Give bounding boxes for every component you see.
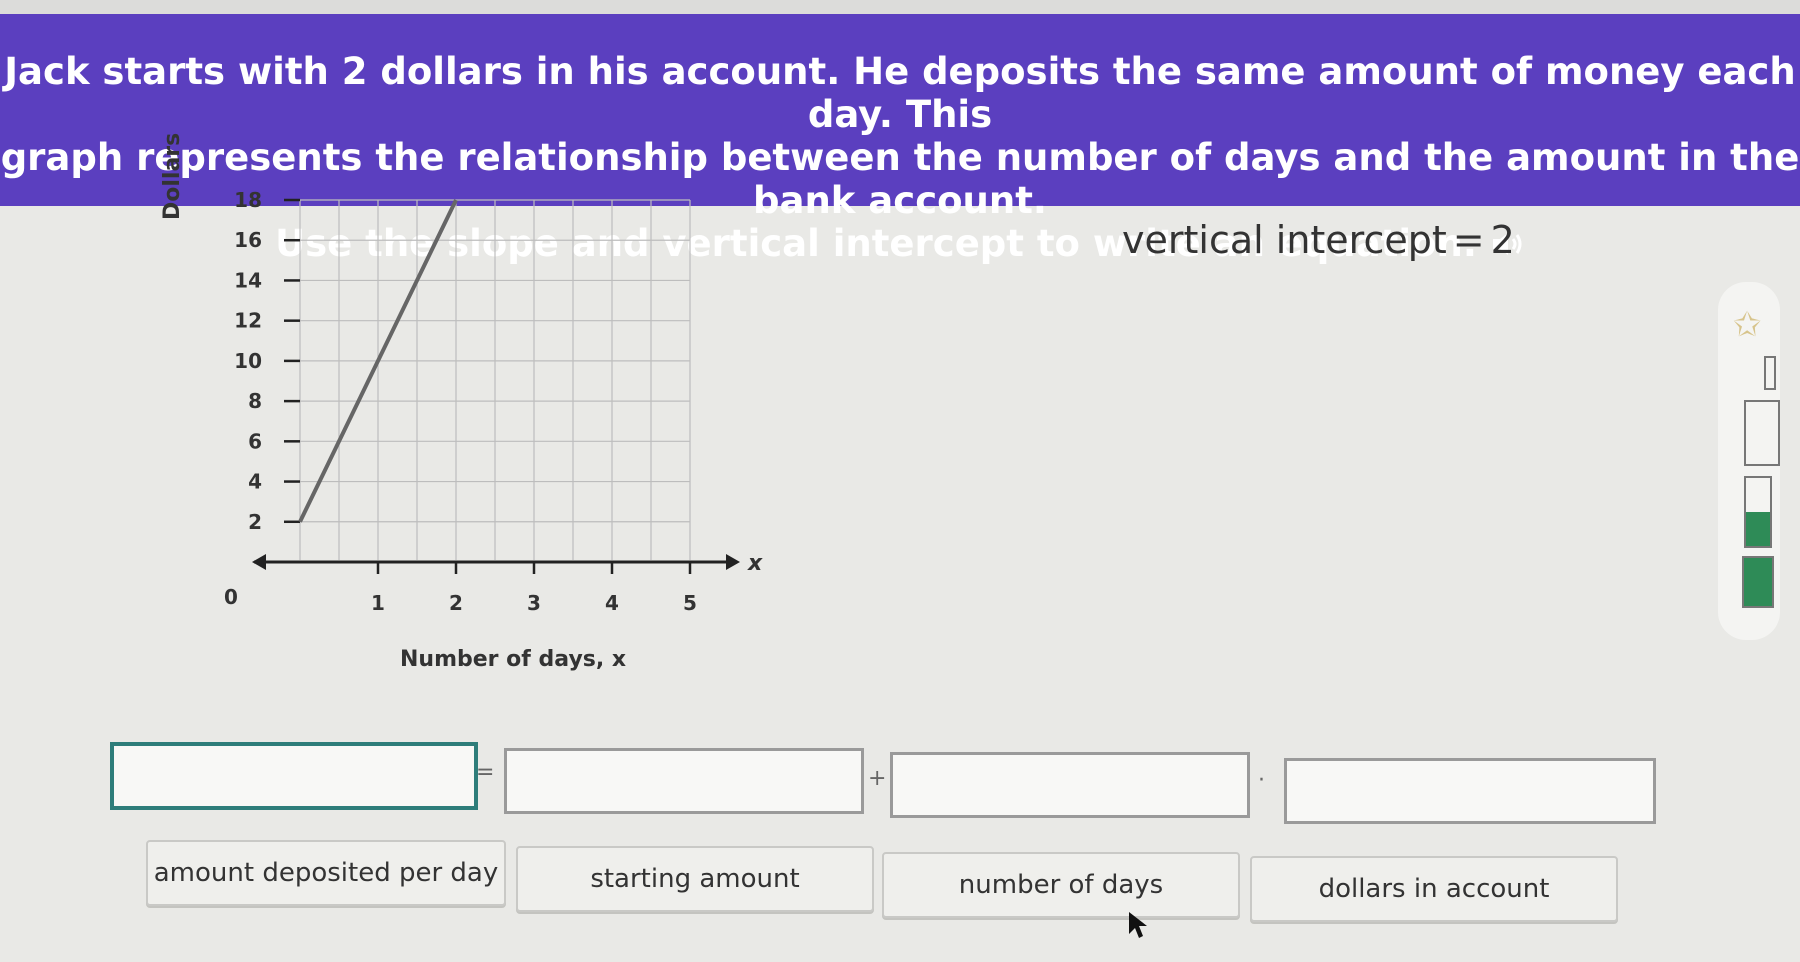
y-tick-label: 2 bbox=[248, 510, 262, 534]
progress-bar-1 bbox=[1764, 356, 1776, 390]
x-axis-arrow bbox=[726, 554, 740, 570]
progress-bar-2 bbox=[1744, 400, 1780, 466]
graph-grid bbox=[299, 199, 691, 560]
question-banner: Jack starts with 2 dollars in his accoun… bbox=[0, 14, 1800, 265]
equals-operator: = bbox=[476, 760, 495, 785]
y-tick-label: 6 bbox=[248, 429, 262, 453]
star-icon[interactable]: ✩ bbox=[1733, 305, 1762, 345]
y-tick-label: 10 bbox=[234, 349, 262, 373]
multiply-operator: · bbox=[1258, 768, 1265, 793]
x-tick-label: 1 bbox=[371, 591, 385, 615]
choice-dollars-in-account[interactable]: dollars in account bbox=[1250, 856, 1618, 922]
x-tick-label: 3 bbox=[527, 591, 541, 615]
y-tick-label: 14 bbox=[234, 268, 262, 292]
x-tick-label: 4 bbox=[605, 591, 619, 615]
vertical-intercept-value: 2 bbox=[1490, 218, 1515, 262]
mouse-pointer-icon bbox=[1129, 912, 1147, 938]
x-axis-arrow-left bbox=[252, 554, 266, 570]
answer-blank-1[interactable] bbox=[110, 742, 478, 810]
y-tick-label: 18 bbox=[234, 188, 262, 212]
plus-operator: + bbox=[868, 766, 887, 791]
y-axis-label: Dollars bbox=[160, 132, 185, 220]
vertical-intercept-label: vertical intercept bbox=[1122, 218, 1447, 262]
top-strip bbox=[0, 0, 1800, 14]
y-tick-label: 8 bbox=[248, 389, 262, 413]
answer-blank-3[interactable] bbox=[890, 752, 1250, 818]
y-tick-label: 12 bbox=[234, 309, 262, 333]
x-tick-label: 5 bbox=[683, 591, 697, 615]
origin-label: 0 bbox=[224, 585, 238, 609]
line-graph: 246810121416181 2 3 4 5 x 0 Number of days, … bbox=[224, 188, 763, 672]
progress-bar-4 bbox=[1742, 556, 1774, 608]
answer-blank-2[interactable] bbox=[504, 748, 864, 814]
equals-sign: = bbox=[1452, 218, 1485, 262]
y-tick-label: 16 bbox=[234, 228, 262, 252]
prompt-line-1: Jack starts with 2 dollars in his accoun… bbox=[4, 50, 1796, 136]
progress-bar-3 bbox=[1744, 476, 1772, 548]
x-axis-label: Number of days, x bbox=[400, 647, 626, 672]
graph-axes bbox=[252, 198, 740, 574]
x-axis-letter: x bbox=[747, 551, 763, 576]
choice-amount-deposited[interactable]: amount deposited per day bbox=[146, 840, 506, 906]
choice-number-of-days[interactable]: number of days bbox=[882, 852, 1240, 918]
answer-blank-4[interactable] bbox=[1284, 758, 1656, 824]
vertical-intercept-text: vertical intercept = 2 bbox=[1122, 218, 1515, 262]
choice-starting-amount[interactable]: starting amount bbox=[516, 846, 874, 912]
x-tick-label: 2 bbox=[449, 591, 463, 615]
y-tick-label: 4 bbox=[248, 470, 262, 494]
